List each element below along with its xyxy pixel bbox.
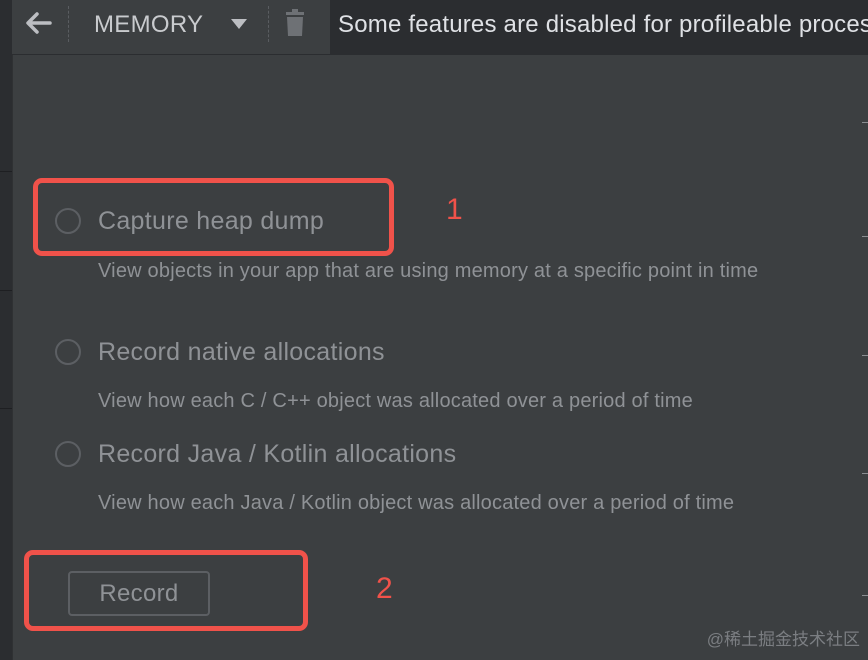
right-gutter — [862, 55, 868, 660]
record-java-kotlin-allocations-label: Record Java / Kotlin allocations — [98, 440, 457, 468]
toolbar: MEMORY Some features are disabled for pr… — [12, 0, 868, 55]
delete-session-button[interactable] — [283, 9, 307, 39]
capture-heap-dump-description: View objects in your app that are using … — [98, 260, 759, 282]
record-native-allocations-radio[interactable] — [55, 339, 81, 365]
record-native-allocations-description: View how each C / C++ object was allocat… — [98, 390, 693, 412]
triangle-down-icon — [231, 19, 247, 29]
left-gutter — [0, 0, 13, 660]
profileable-warning-banner: Some features are disabled for profileab… — [330, 0, 868, 54]
annotation-number-1: 1 — [446, 193, 463, 226]
record-java-kotlin-allocations-description: View how each Java / Kotlin object was a… — [98, 492, 735, 514]
toolbar-separator — [68, 6, 69, 42]
annotation-box-2 — [24, 550, 308, 631]
profiler-mode-dropdown[interactable]: MEMORY — [82, 4, 262, 42]
toolbar-separator — [268, 6, 269, 42]
back-button[interactable] — [22, 8, 56, 38]
banner-text: Some features are disabled for profileab… — [338, 11, 868, 38]
profiler-mode-label: MEMORY — [94, 11, 204, 38]
annotation-box-1 — [33, 178, 394, 256]
arrow-left-icon — [26, 12, 52, 34]
annotation-number-2: 2 — [376, 572, 393, 605]
record-native-allocations-label: Record native allocations — [98, 338, 385, 366]
watermark: @稀土掘金技术社区 — [706, 630, 860, 649]
trash-icon — [286, 9, 304, 36]
record-java-kotlin-allocations-radio[interactable] — [55, 441, 81, 467]
